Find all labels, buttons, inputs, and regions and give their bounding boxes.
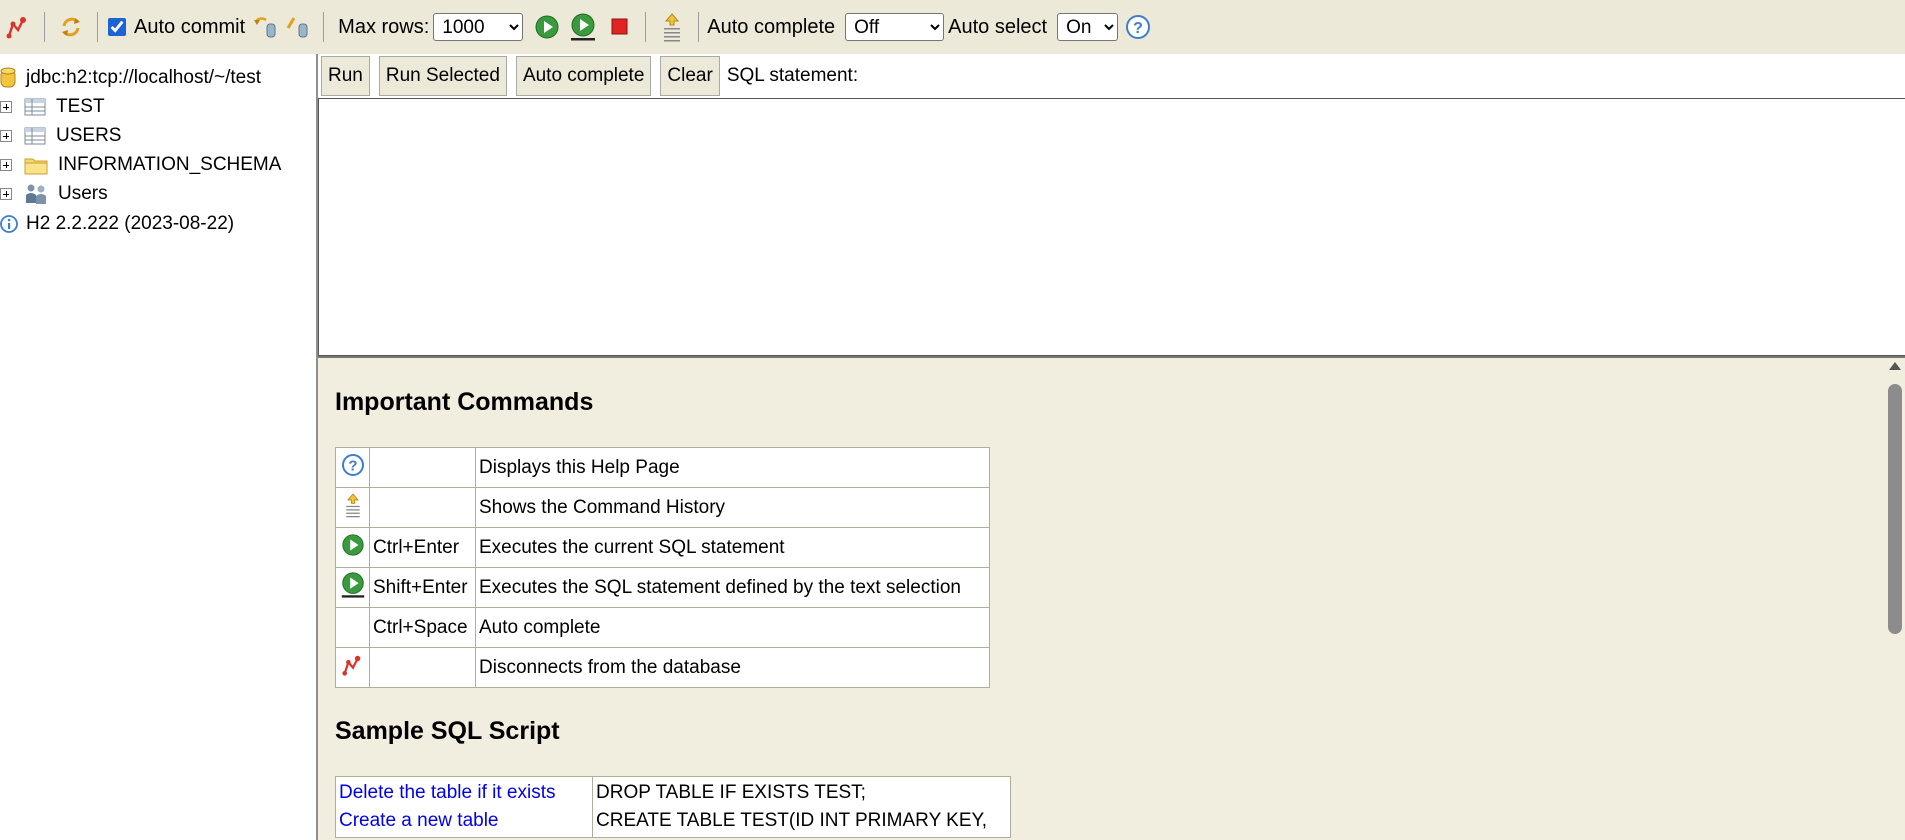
command-key [369,447,476,488]
info-icon [0,215,20,233]
tree-item-label: INFORMATION_SCHEMA [58,154,282,175]
toolbar-separator [44,12,45,42]
commit-icon[interactable] [281,11,313,43]
tree-item-users-table[interactable]: USERS [0,122,121,150]
sample-sql-line: CREATE TABLE TEST(ID INT PRIMARY KEY, [596,810,988,831]
max-rows-label: Max rows: [338,15,430,38]
help-icon[interactable]: ? [1122,11,1154,43]
auto-commit-label: Auto commit [134,15,246,38]
svg-text:?: ? [1133,20,1143,37]
auto-complete-label: Auto complete [707,15,836,38]
command-description: Shows the Command History [475,487,990,528]
clear-button[interactable]: Clear [660,56,720,96]
scrollbar-thumb[interactable] [1888,384,1902,634]
tree-item-test[interactable]: TEST [0,93,105,121]
query-bar: Run Run Selected Auto complete Clear SQL… [318,54,1905,98]
expand-icon[interactable] [0,101,12,113]
version-text: H2 2.2.222 (2023-08-22) [26,213,235,234]
auto-select-select[interactable]: On [1057,13,1119,41]
toolbar-separator [645,12,647,42]
disconnect-icon [341,655,365,682]
expand-icon[interactable] [0,130,12,142]
auto-complete-button[interactable]: Auto complete [515,56,652,96]
scroll-up-arrow[interactable] [1889,362,1901,370]
table-row: Shows the Command History [335,487,990,528]
run-selected-icon[interactable] [567,11,599,43]
command-key: Ctrl+Enter [369,527,476,568]
svg-text:?: ? [348,457,357,474]
command-key: Ctrl+Space [369,607,476,648]
run-selected-button[interactable]: Run Selected [378,56,507,96]
auto-complete-select[interactable]: Off [845,13,945,41]
command-description: Executes the SQL statement defined by th… [475,567,990,608]
toolbar: Auto commit Max rows: 1000 Auto complete… [0,0,1905,54]
users-icon [24,183,48,205]
commands-table: ? Displays this Help Page Shows the Comm… [335,447,990,688]
sample-link[interactable]: Create a new table [339,807,589,835]
rollback-icon[interactable] [249,11,281,43]
expand-icon[interactable] [0,188,12,200]
toolbar-separator [698,12,700,42]
tree-item-label: USERS [56,125,122,146]
expand-icon[interactable] [0,159,12,171]
help-icon: ? [341,453,365,482]
sample-sql-table: Delete the table if it exists Create a n… [335,776,1011,838]
toolbar-separator [97,12,98,42]
results-panel: Important Commands ? Displays this Help … [318,358,1885,840]
table-row: Shift+Enter Executes the SQL statement d… [335,567,990,608]
run-selected-icon [339,571,367,604]
run-icon [341,533,365,562]
run-button[interactable]: Run [321,56,370,96]
command-description: Displays this Help Page [475,447,990,488]
toolbar-separator [323,12,325,42]
tree-connection[interactable]: jdbc:h2:tcp://localhost/~/test [0,64,261,92]
sample-link[interactable]: Delete the table if it exists [339,779,589,807]
history-icon [342,492,364,525]
tree-item-label: Users [58,183,108,204]
table-row: ? Displays this Help Page [335,447,990,488]
command-description: Executes the current SQL statement [475,527,990,568]
tree-item-label: TEST [56,96,105,117]
important-commands-title: Important Commands [335,388,594,416]
sample-sql-line: DROP TABLE IF EXISTS TEST; [596,782,866,803]
auto-commit-checkbox[interactable] [108,18,126,36]
sample-sql-title: Sample SQL Script [335,717,560,745]
refresh-icon[interactable] [55,11,87,43]
table-row: Delete the table if it exists Create a n… [335,776,1011,838]
tree-item-users[interactable]: Users [0,180,108,208]
stop-icon[interactable] [603,11,635,43]
connection-url: jdbc:h2:tcp://localhost/~/test [26,67,261,88]
folder-icon [24,155,48,175]
results-scrollbar[interactable] [1885,358,1905,840]
command-description: Disconnects from the database [475,647,990,688]
tree-version: H2 2.2.222 (2023-08-22) [0,210,234,238]
table-row: Ctrl+Enter Executes the current SQL stat… [335,527,990,568]
history-icon[interactable] [656,11,688,43]
table-row: Disconnects from the database [335,647,990,688]
command-key [369,487,476,528]
auto-select-label: Auto select [948,15,1048,38]
command-description: Auto complete [475,607,990,648]
command-key [369,647,476,688]
object-tree: jdbc:h2:tcp://localhost/~/test TEST USER… [0,54,316,840]
max-rows-select[interactable]: 1000 [433,13,524,41]
table-icon [24,98,46,116]
tree-item-information-schema[interactable]: INFORMATION_SCHEMA [0,151,281,179]
table-row: Ctrl+Space Auto complete [335,607,990,648]
table-icon [24,127,46,145]
disconnect-icon[interactable] [2,11,34,43]
database-icon [0,67,20,89]
run-icon[interactable] [531,11,563,43]
sql-statement-label: SQL statement: [726,65,859,86]
command-key: Shift+Enter [369,567,476,608]
sql-editor[interactable] [318,98,1905,356]
